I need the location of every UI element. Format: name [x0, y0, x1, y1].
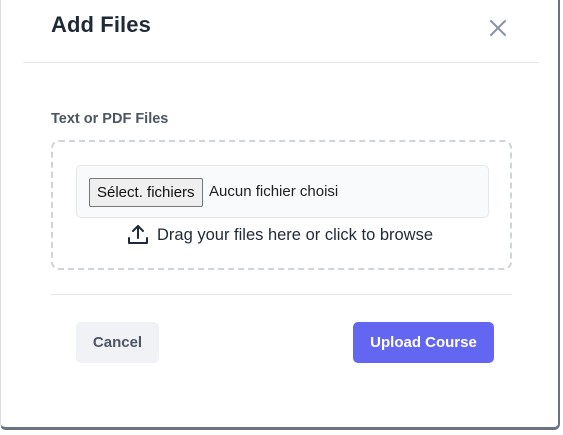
drag-hint-text: Drag your files here or click to browse — [157, 225, 434, 244]
close-icon — [490, 20, 506, 36]
upload-icon — [128, 225, 148, 244]
modal-title: Add Files — [51, 12, 151, 37]
footer-divider — [51, 294, 512, 295]
add-files-modal: Add Files Text or PDF Files Sélect. fich… — [0, 0, 560, 430]
cancel-button[interactable]: Cancel — [76, 322, 159, 363]
select-files-button[interactable]: Sélect. fichiers — [89, 178, 203, 207]
header-divider — [23, 62, 539, 63]
file-status-text: Aucun fichier choisi — [209, 183, 339, 200]
file-input[interactable]: Sélect. fichiers Aucun fichier choisi — [76, 165, 489, 218]
drag-hint-row: Drag your files here or click to browse — [126, 222, 433, 248]
upload-field-label: Text or PDF Files — [51, 111, 169, 127]
file-dropzone[interactable]: Sélect. fichiers Aucun fichier choisi Dr… — [51, 140, 512, 270]
upload-course-button[interactable]: Upload Course — [353, 322, 494, 363]
close-button[interactable] — [487, 17, 509, 39]
